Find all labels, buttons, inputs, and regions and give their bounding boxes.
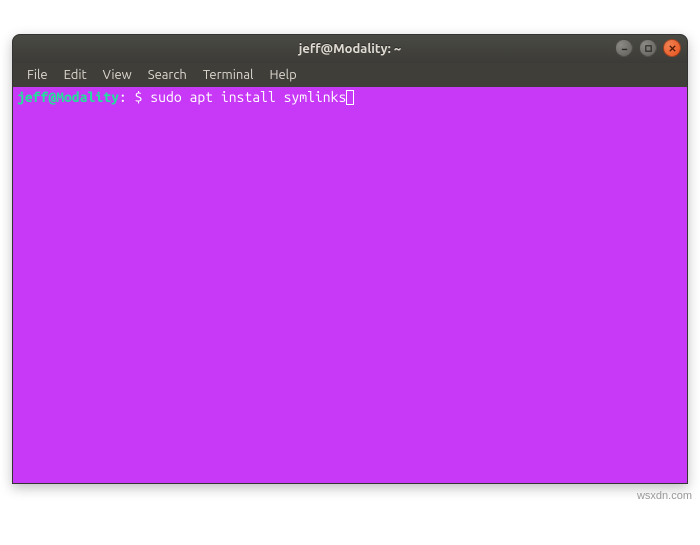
prompt-user-host: jeff@Modality bbox=[17, 89, 119, 106]
terminal-body[interactable]: jeff@Modality: $ sudo apt install symlin… bbox=[13, 87, 687, 483]
watermark-text: wsxdn.com bbox=[637, 490, 692, 502]
minimize-button[interactable] bbox=[615, 39, 633, 57]
window-titlebar[interactable]: jeff@Modality: ~ bbox=[13, 35, 687, 63]
minimize-icon bbox=[620, 44, 629, 53]
window-controls bbox=[615, 39, 681, 57]
terminal-line: jeff@Modality: $ sudo apt install symlin… bbox=[17, 89, 683, 106]
prompt-dollar: $ bbox=[135, 89, 151, 106]
prompt-path bbox=[127, 89, 135, 106]
window-title: jeff@Modality: ~ bbox=[299, 42, 402, 56]
menubar: File Edit View Search Terminal Help bbox=[13, 63, 687, 87]
close-button[interactable] bbox=[663, 39, 681, 57]
menu-edit[interactable]: Edit bbox=[56, 65, 95, 85]
menu-file[interactable]: File bbox=[19, 65, 56, 85]
close-icon bbox=[668, 44, 677, 53]
terminal-window: jeff@Modality: ~ File Edit View Search T… bbox=[12, 34, 688, 484]
menu-terminal[interactable]: Terminal bbox=[195, 65, 262, 85]
maximize-icon bbox=[644, 44, 653, 53]
menu-search[interactable]: Search bbox=[140, 65, 195, 85]
cursor-icon bbox=[346, 90, 354, 105]
menu-view[interactable]: View bbox=[95, 65, 140, 85]
menu-help[interactable]: Help bbox=[261, 65, 304, 85]
command-text: sudo apt install symlinks bbox=[150, 89, 346, 106]
maximize-button[interactable] bbox=[639, 39, 657, 57]
prompt-colon: : bbox=[119, 89, 127, 106]
